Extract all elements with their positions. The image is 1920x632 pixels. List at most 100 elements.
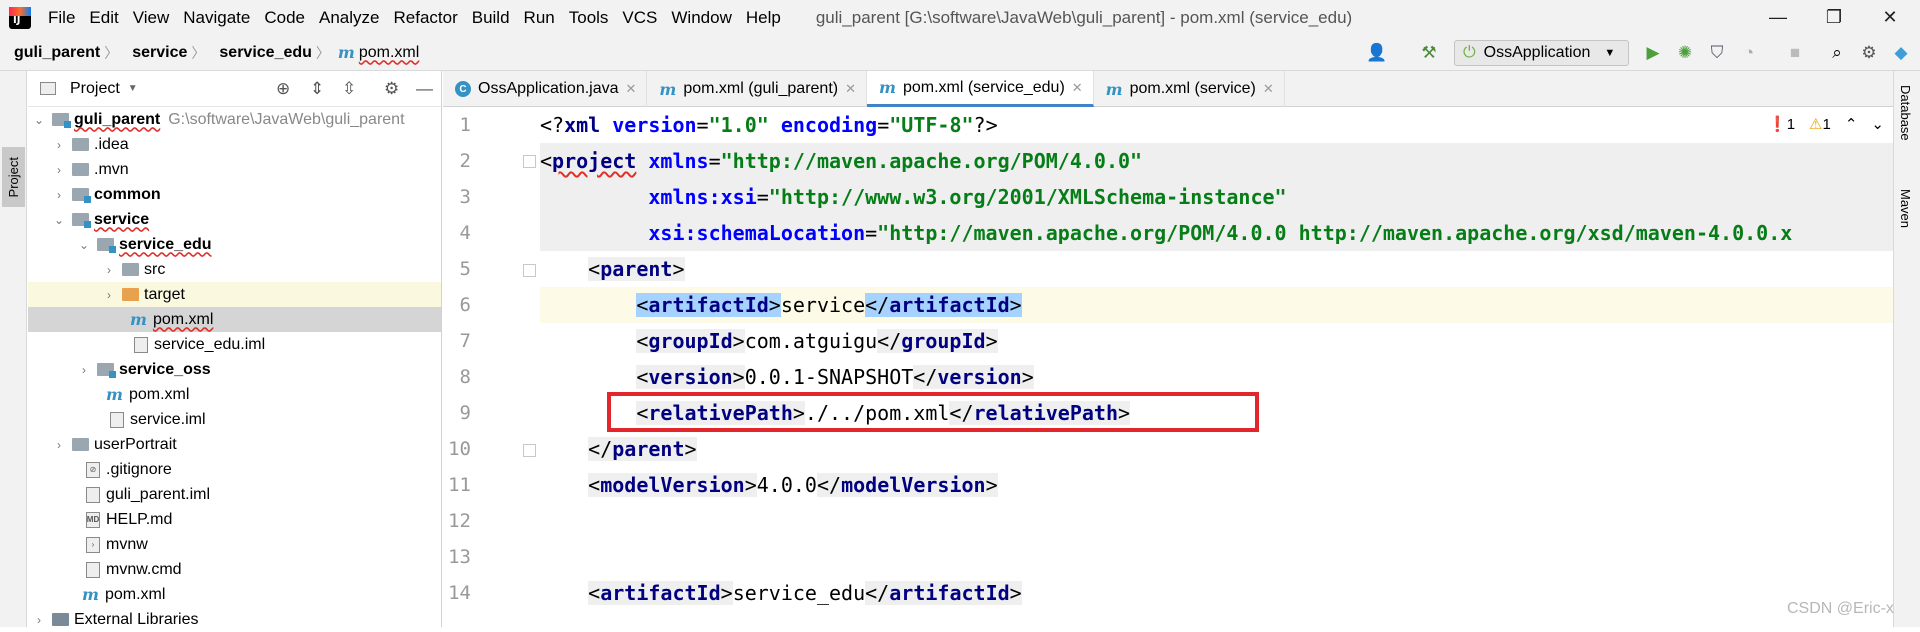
code-line-7: <groupId>com.atguigu</groupId> <box>636 329 998 353</box>
line-number: 4 <box>459 222 471 244</box>
fold-marker-icon[interactable] <box>523 264 536 277</box>
debug-icon[interactable]: ✺ <box>1674 42 1696 64</box>
tree-label: common <box>94 185 161 203</box>
chevron-right-icon[interactable]: › <box>52 438 66 452</box>
breadcrumb-service-edu[interactable]: service_edu <box>205 44 316 62</box>
tree-row-pom-selected[interactable]: m pom.xml <box>28 307 441 332</box>
tree-row-mvn[interactable]: › .mvn <box>28 157 441 182</box>
tree-row-service-edu[interactable]: ⌄ service_edu <box>28 232 441 257</box>
chevron-down-icon[interactable]: ⌄ <box>52 213 66 227</box>
tree-row-gitignore[interactable]: ⊘ .gitignore <box>28 457 441 482</box>
hide-panel-icon[interactable]: — <box>416 79 433 99</box>
close-tab-icon[interactable]: ✕ <box>626 81 637 97</box>
maven-tool-tab[interactable]: Maven <box>1898 189 1913 228</box>
menu-window[interactable]: Window <box>664 8 738 28</box>
tree-row-root-pom[interactable]: m pom.xml <box>28 582 441 607</box>
minimize-icon[interactable]: — <box>1750 0 1806 35</box>
fold-marker-icon[interactable] <box>523 155 536 168</box>
chevron-right-icon[interactable]: › <box>52 163 66 177</box>
breadcrumb-file[interactable]: m pom.xml <box>330 43 419 62</box>
chevron-right-icon[interactable]: › <box>32 613 46 627</box>
tree-row-mvnw[interactable]: › mvnw <box>28 532 441 557</box>
tab-pom-service[interactable]: m pom.xml (service) ✕ <box>1094 71 1285 107</box>
menu-analyze[interactable]: Analyze <box>312 8 386 28</box>
chevron-down-icon[interactable]: ⌄ <box>32 113 46 127</box>
chevron-down-icon[interactable]: ⌄ <box>77 238 91 252</box>
tab-oss-application[interactable]: C OssApplication.java ✕ <box>443 71 648 107</box>
tree-row-target[interactable]: › target <box>28 282 441 307</box>
tree-row-guli-parent-iml[interactable]: guli_parent.iml <box>28 482 441 507</box>
close-window-icon[interactable]: ✕ <box>1862 0 1918 35</box>
chevron-up-icon[interactable]: ⌃ <box>1845 115 1858 133</box>
maven-file-icon: m <box>1105 79 1123 99</box>
tree-row-userportrait[interactable]: › userPortrait <box>28 432 441 457</box>
folder-icon <box>72 438 89 451</box>
error-count[interactable]: ❗1 <box>1768 115 1795 133</box>
tree-row-mvnw-cmd[interactable]: mvnw.cmd <box>28 557 441 582</box>
breadcrumb-service[interactable]: service <box>118 44 191 62</box>
intellij-logo-icon <box>9 6 31 29</box>
menu-navigate[interactable]: Navigate <box>176 8 257 28</box>
chevron-right-icon[interactable]: › <box>102 263 116 277</box>
tree-row-service-oss[interactable]: › service_oss <box>28 357 441 382</box>
folder-icon <box>122 263 139 276</box>
menu-run[interactable]: Run <box>517 8 562 28</box>
menu-file[interactable]: File <box>41 8 82 28</box>
close-tab-icon[interactable]: ✕ <box>1263 81 1274 97</box>
profile-icon[interactable]: ◔ <box>1738 42 1760 64</box>
settings-gear-icon[interactable]: ⚙ <box>1858 42 1880 64</box>
chevron-right-icon[interactable]: › <box>52 138 66 152</box>
inspection-widget[interactable]: ❗1 ⚠1 ⌃ ⌄ <box>1768 115 1884 133</box>
project-panel-title[interactable]: Project <box>70 80 120 98</box>
chevron-right-icon[interactable]: › <box>52 188 66 202</box>
tree-row-service-pom[interactable]: m pom.xml <box>28 382 441 407</box>
line-number: 5 <box>459 258 471 280</box>
menu-tools[interactable]: Tools <box>562 8 616 28</box>
toolbox-icon[interactable]: ◆ <box>1890 42 1912 64</box>
tree-row-idea[interactable]: › .idea <box>28 132 441 157</box>
menu-edit[interactable]: Edit <box>82 8 125 28</box>
menu-refactor[interactable]: Refactor <box>386 8 464 28</box>
tree-row-common[interactable]: › common <box>28 182 441 207</box>
menu-help[interactable]: Help <box>739 8 788 28</box>
user-icon[interactable]: 👤 <box>1366 42 1388 64</box>
menu-vcs[interactable]: VCS <box>615 8 664 28</box>
tree-row-service-iml[interactable]: service.iml <box>28 407 441 432</box>
chevron-down-icon[interactable]: ⌄ <box>1871 115 1884 133</box>
search-icon[interactable]: ⌕ <box>1826 42 1848 64</box>
menu-view[interactable]: View <box>126 8 177 28</box>
database-tool-tab[interactable]: Database <box>1898 85 1913 141</box>
tree-row-external-libraries[interactable]: › External Libraries <box>28 607 441 632</box>
collapse-all-icon[interactable]: ⇳ <box>342 79 356 99</box>
locate-file-icon[interactable]: ⊕ <box>276 79 290 99</box>
chevron-down-icon[interactable]: ▼ <box>128 83 138 94</box>
project-tool-tab[interactable]: Project <box>2 147 25 207</box>
tree-row-src[interactable]: › src <box>28 257 441 282</box>
breadcrumb-guli-parent[interactable]: guli_parent <box>0 44 104 62</box>
tab-pom-guli-parent[interactable]: m pom.xml (guli_parent) ✕ <box>647 71 867 107</box>
panel-settings-gear-icon[interactable]: ⚙ <box>384 79 399 99</box>
menu-build[interactable]: Build <box>465 8 517 28</box>
tab-pom-service-edu[interactable]: m pom.xml (service_edu) ✕ <box>867 71 1094 107</box>
tree-row-help-md[interactable]: MD HELP.md <box>28 507 441 532</box>
tree-label: service.iml <box>130 410 206 428</box>
tree-row-service[interactable]: ⌄ service <box>28 207 441 232</box>
menu-code[interactable]: Code <box>257 8 312 28</box>
tree-row-root[interactable]: ⌄ guli_parent G:\software\JavaWeb\guli_p… <box>28 107 441 132</box>
warning-count[interactable]: ⚠1 <box>1809 115 1831 133</box>
code-editor[interactable]: <?xml version="1.0" encoding="UTF-8"?> <… <box>540 107 1893 627</box>
close-tab-icon[interactable]: ✕ <box>845 81 856 97</box>
chevron-right-icon[interactable]: › <box>102 288 116 302</box>
build-hammer-icon[interactable]: ⚒ <box>1418 42 1440 64</box>
chevron-right-icon[interactable]: › <box>77 363 91 377</box>
expand-all-icon[interactable]: ⇕ <box>310 79 324 99</box>
fold-marker-icon[interactable] <box>523 444 536 457</box>
coverage-icon[interactable]: ⛉ <box>1706 42 1728 64</box>
restore-icon[interactable]: ❐ <box>1806 0 1862 35</box>
close-tab-icon[interactable]: ✕ <box>1072 80 1083 96</box>
stop-icon[interactable]: ■ <box>1784 42 1806 64</box>
tree-row-service-edu-iml[interactable]: service_edu.iml <box>28 332 441 357</box>
run-icon[interactable]: ▶ <box>1642 42 1664 64</box>
run-configuration-select[interactable]: ⏻ OssApplication ▼ <box>1454 40 1629 66</box>
